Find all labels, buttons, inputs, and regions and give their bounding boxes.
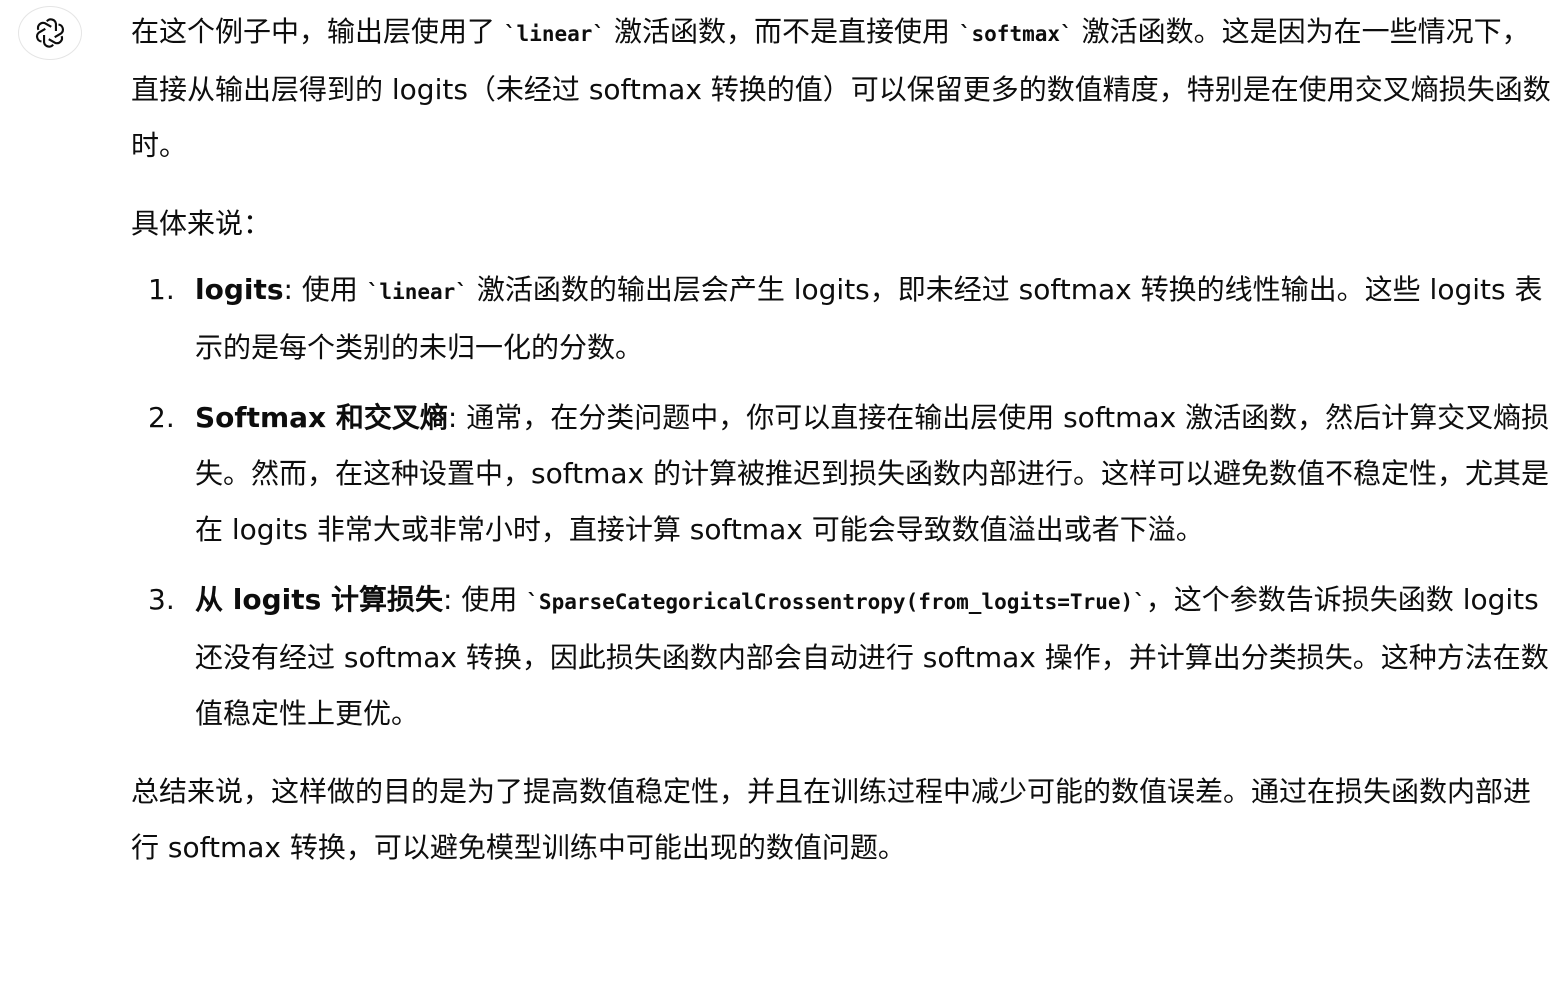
- list-item-text: : 使用: [443, 583, 527, 616]
- inline-code-linear: `linear`: [503, 22, 606, 46]
- list-item-text: : 使用: [283, 273, 367, 306]
- list-number: 3.: [148, 583, 175, 616]
- list-item-title: logits: [195, 273, 284, 306]
- inline-code-linear: `linear`: [366, 280, 468, 304]
- intro-paragraph: 在这个例子中，输出层使用了 `linear` 激活函数，而不是直接使用 `sof…: [131, 4, 1551, 174]
- list-number: 1.: [148, 273, 175, 306]
- list-number: 2.: [148, 401, 175, 434]
- intro-text-1: 在这个例子中，输出层使用了: [131, 15, 504, 48]
- list-item-title: Softmax 和交叉熵: [195, 401, 448, 434]
- openai-logo-icon: [36, 18, 64, 48]
- list-item: 2. Softmax 和交叉熵: 通常，在分类问题中，你可以直接在输出层使用 so…: [131, 390, 1551, 558]
- assistant-message: 在这个例子中，输出层使用了 `linear` 激活函数，而不是直接使用 `sof…: [131, 4, 1551, 876]
- list-item: 1. logits: 使用 `linear` 激活函数的输出层会产生 logits…: [131, 262, 1551, 376]
- intro-text-2: 激活函数，而不是直接使用: [605, 15, 959, 48]
- inline-code-softmax: `softmax`: [958, 22, 1073, 46]
- explanation-list: 1. logits: 使用 `linear` 激活函数的输出层会产生 logits…: [131, 262, 1551, 742]
- list-item-title: 从 logits 计算损失: [195, 583, 444, 616]
- lead-in-text: 具体来说：: [131, 207, 272, 240]
- summary-paragraph: 总结来说，这样做的目的是为了提高数值稳定性，并且在训练过程中减少可能的数值误差。…: [131, 775, 1532, 864]
- inline-code-loss-fn: `SparseCategoricalCrossentropy(from_logi…: [526, 590, 1146, 614]
- list-item: 3. 从 logits 计算损失: 使用 `SparseCategoricalCr…: [131, 572, 1551, 742]
- assistant-avatar: [18, 6, 82, 60]
